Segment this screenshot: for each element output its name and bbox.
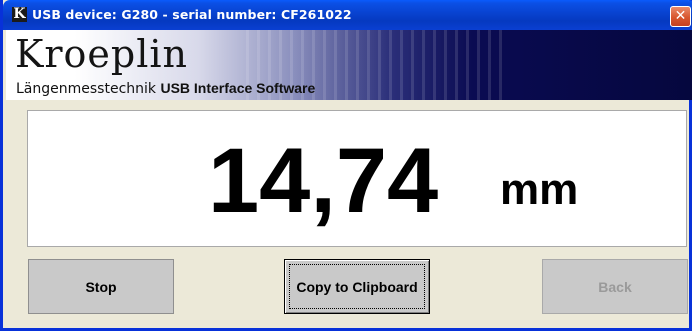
- brand-subtitle-part1: Längenmesstechnik: [16, 81, 157, 97]
- measurement-display: 14,74 mm: [27, 110, 687, 247]
- measurement-unit: mm: [500, 165, 579, 214]
- window-title: USB device: G280 - serial number: CF2610…: [32, 7, 352, 22]
- brand-banner: Kroeplin Längenmesstechnik USB Interface…: [6, 30, 692, 100]
- close-button[interactable]: ✕: [670, 6, 691, 27]
- copy-to-clipboard-button[interactable]: Copy to Clipboard: [284, 259, 430, 314]
- app-window: K USB device: G280 - serial number: CF26…: [0, 0, 692, 331]
- back-button-label: Back: [598, 278, 632, 295]
- brand-logo: Kroeplin: [15, 32, 189, 76]
- stop-button-label: Stop: [85, 278, 117, 295]
- back-button[interactable]: Back: [542, 259, 688, 314]
- copy-button-label: Copy to Clipboard: [296, 278, 418, 295]
- brand-subtitle-part2: USB Interface Software: [160, 80, 316, 96]
- app-icon[interactable]: K: [12, 7, 27, 22]
- close-icon: ✕: [674, 8, 687, 24]
- stop-button[interactable]: Stop: [28, 259, 174, 314]
- title-bar[interactable]: K USB device: G280 - serial number: CF26…: [3, 0, 692, 30]
- brand-subtitle: Längenmesstechnik USB Interface Software: [16, 79, 315, 98]
- measurement-value: 14,74: [208, 130, 439, 232]
